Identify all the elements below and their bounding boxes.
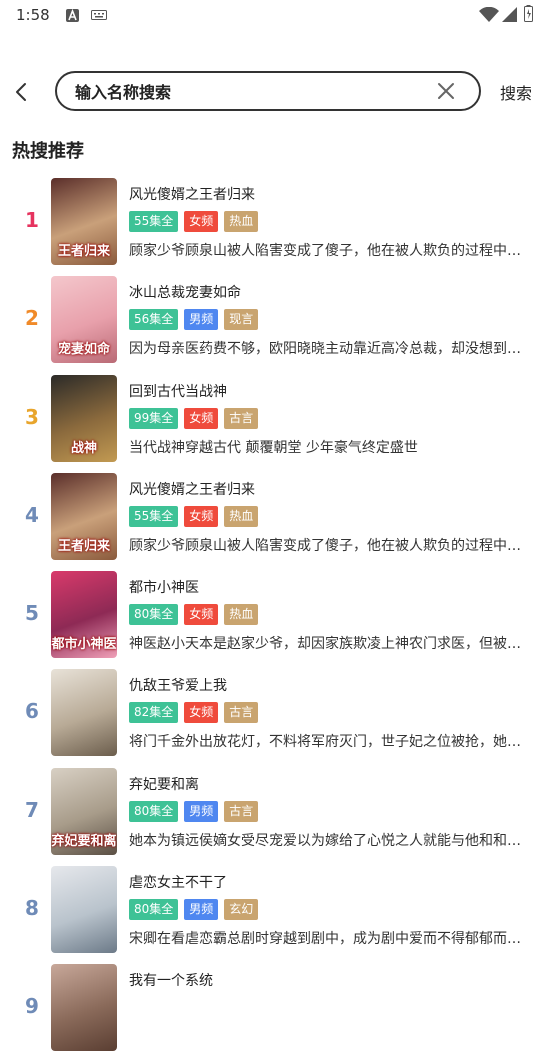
drama-title: 都市小神医 (129, 580, 199, 597)
cover-image[interactable]: 战神 (51, 374, 117, 462)
channel-tag: 男频 (184, 309, 219, 331)
drama-title: 弃妃要和离 (129, 776, 199, 793)
drama-description: 神医赵小天本是赵家少爷，却因家族欺凌上神农门求医，但被拒之门外 (129, 636, 524, 653)
drama-title: 冰山总裁宠妻如命 (129, 285, 241, 302)
status-bar: 1:58 (0, 0, 553, 32)
cover-image[interactable]: 王者归来 (51, 178, 117, 265)
drama-description: 她本为镇远侯嫡女受尽宠爱以为嫁给了心悦之人就能与他和和美美一生 (129, 832, 524, 849)
battery-icon (524, 5, 533, 22)
drama-list: 1 王者归来 风光傻婿之王者归来 55集全 女频 热血 顾家少爷顾泉山被人陷害变成了傻子，他… (0, 178, 553, 1063)
drama-title: 虐恋女主不干了 (129, 875, 227, 892)
episodes-tag: 80集全 (129, 604, 179, 626)
rank-number: 4 (25, 502, 39, 527)
list-item[interactable]: 8 虐恋女主不干了 80集全 男频 玄幻宋卿在看虐恋霸总剧时穿越到剧中，成为剧中爱而不得… (0, 866, 553, 964)
drama-title: 风光傻婿之王者归来 (129, 187, 255, 203)
cover-title-art: 都市小神医 (51, 637, 117, 653)
channel-tag: 女频 (184, 702, 219, 724)
search-button[interactable]: 搜索 (500, 80, 532, 104)
drama-title: 回到古代当战神 (129, 383, 227, 400)
channel-tag: 女频 (184, 604, 219, 626)
drama-description: 因为母亲医药费不够，欧阳晓晓主动靠近高冷总裁，却没想到被他宠上天 (129, 341, 524, 358)
tag-group: 80集全 女频 热血 (129, 604, 259, 626)
genre-tag: 热血 (224, 505, 259, 527)
genre-tag: 热血 (224, 604, 259, 626)
cover-image[interactable] (51, 669, 117, 757)
channel-tag: 男频 (184, 899, 219, 921)
cover-image[interactable]: 王者归来 (51, 472, 117, 560)
cover-title-art: 宠妻如命 (57, 342, 110, 358)
section-title: 热搜推荐 (12, 141, 84, 162)
drama-description: 顾家少爷顾泉山被人陷害变成了傻子，他在被人欺负的过程中意外觉醒 (129, 537, 524, 554)
rank-number: 9 (25, 994, 39, 1019)
drama-description: 顾家少爷顾泉山被人陷害变成了傻子，他在被人欺负的过程中意外觉醒 (129, 243, 524, 259)
drama-title: 我有一个系统 (129, 973, 213, 990)
episodes-tag: 56集全 (129, 309, 179, 331)
genre-tag: 热血 (224, 211, 259, 232)
rank-number: 6 (25, 699, 39, 724)
search-box[interactable] (55, 71, 481, 111)
wifi-icon (479, 7, 499, 22)
tag-group: 99集全 女频 古言 (129, 407, 259, 429)
list-item[interactable]: 4 王者归来 风光傻婿之王者归来 55集全 女频 热血顾家少爷顾泉山被人陷害变成了傻子，他… (0, 472, 553, 571)
genre-tag: 古言 (224, 800, 259, 822)
back-arrow-icon[interactable] (12, 80, 34, 104)
font-indicator-icon (66, 9, 79, 22)
list-item[interactable]: 7 弃妃要和离 弃妃要和离 80集全 男频 古言 她本为镇远侯嫡女受尽宠爱以为嫁给了心悦之人… (0, 767, 553, 866)
rank-number: 1 (25, 208, 39, 232)
search-row: 搜索 (0, 70, 553, 114)
genre-tag: 古言 (224, 702, 259, 724)
cover-title-art: 王者归来 (57, 244, 110, 259)
cover-title-art: 战神 (70, 440, 97, 456)
genre-tag: 现言 (224, 309, 259, 331)
rank-number: 2 (25, 306, 39, 331)
channel-tag: 女频 (184, 211, 219, 232)
drama-description: 将门千金外出放花灯，不料将军府灭门，世子妃之位被抢，她决心复仇 (129, 734, 524, 751)
search-input[interactable] (75, 81, 415, 103)
rank-number: 3 (25, 404, 39, 429)
list-item[interactable]: 3 战神 回到古代当战神 99集全 女频 古言当代战神穿越古代 颠覆朝堂 少年豪气终定盛世 (0, 374, 553, 473)
episodes-tag: 99集全 (129, 407, 179, 429)
cover-image[interactable] (51, 866, 117, 954)
channel-tag: 女频 (184, 505, 219, 527)
drama-title: 风光傻婿之王者归来 (129, 481, 255, 498)
tag-group: 55集全 女频 热血 (129, 505, 259, 527)
tag-group: 56集全 男频 现言 (129, 309, 259, 331)
drama-description: 当代战神穿越古代 颠覆朝堂 少年豪气终定盛世 (129, 439, 418, 456)
episodes-tag: 82集全 (129, 702, 179, 724)
rank-number: 7 (25, 797, 39, 822)
cover-title-art: 弃妃要和离 (51, 833, 117, 849)
clear-icon[interactable] (437, 82, 455, 100)
cover-title-art: 王者归来 (57, 538, 110, 554)
list-item[interactable]: 5 都市小神医 都市小神医 80集全 女频 热血 神医赵小天本是赵家少爷，却因家族欺凌上神农… (0, 571, 553, 669)
episodes-tag: 55集全 (129, 505, 179, 527)
list-item[interactable]: 2 宠妻如命 冰山总裁宠妻如命 56集全 男频 现言因为母亲医药费不够，欧阳晓晓主动靠近高… (0, 276, 553, 374)
cover-image[interactable] (51, 964, 117, 1052)
status-time: 1:58 (16, 6, 50, 24)
episodes-tag: 80集全 (129, 899, 179, 921)
list-item[interactable]: 6 仇敌王爷爱上我 82集全 女频 古言将门千金外出放花灯，不料将军府灭门，世子妃之位被… (0, 669, 553, 767)
tag-group: 55集全 女频 热血 (129, 211, 259, 232)
keyboard-icon (91, 10, 107, 20)
genre-tag: 玄幻 (224, 899, 259, 921)
drama-description: 宋卿在看虐恋霸总剧时穿越到剧中，成为剧中爱而不得郁郁而终的女主 (129, 931, 524, 948)
list-item[interactable]: 9 我有一个系统 (0, 964, 553, 1062)
cover-image[interactable]: 弃妃要和离 (51, 767, 117, 855)
episodes-tag: 55集全 (129, 211, 179, 232)
cover-image[interactable]: 宠妻如命 (51, 276, 117, 364)
tag-group: 82集全 女频 古言 (129, 702, 259, 724)
channel-tag: 男频 (184, 800, 219, 822)
cover-image[interactable]: 都市小神医 (51, 571, 117, 659)
list-item[interactable]: 1 王者归来 风光傻婿之王者归来 55集全 女频 热血顾家少爷顾泉山被人陷害变成了傻子，他… (0, 178, 553, 276)
drama-title: 仇敌王爷爱上我 (129, 678, 227, 695)
episodes-tag: 80集全 (129, 800, 179, 822)
rank-number: 8 (25, 896, 39, 921)
tag-group: 80集全 男频 古言 (129, 800, 259, 822)
rank-number: 5 (25, 601, 39, 626)
genre-tag: 古言 (224, 407, 259, 429)
signal-icon (502, 7, 517, 22)
tag-group: 80集全 男频 玄幻 (129, 899, 259, 921)
channel-tag: 女频 (184, 407, 219, 429)
